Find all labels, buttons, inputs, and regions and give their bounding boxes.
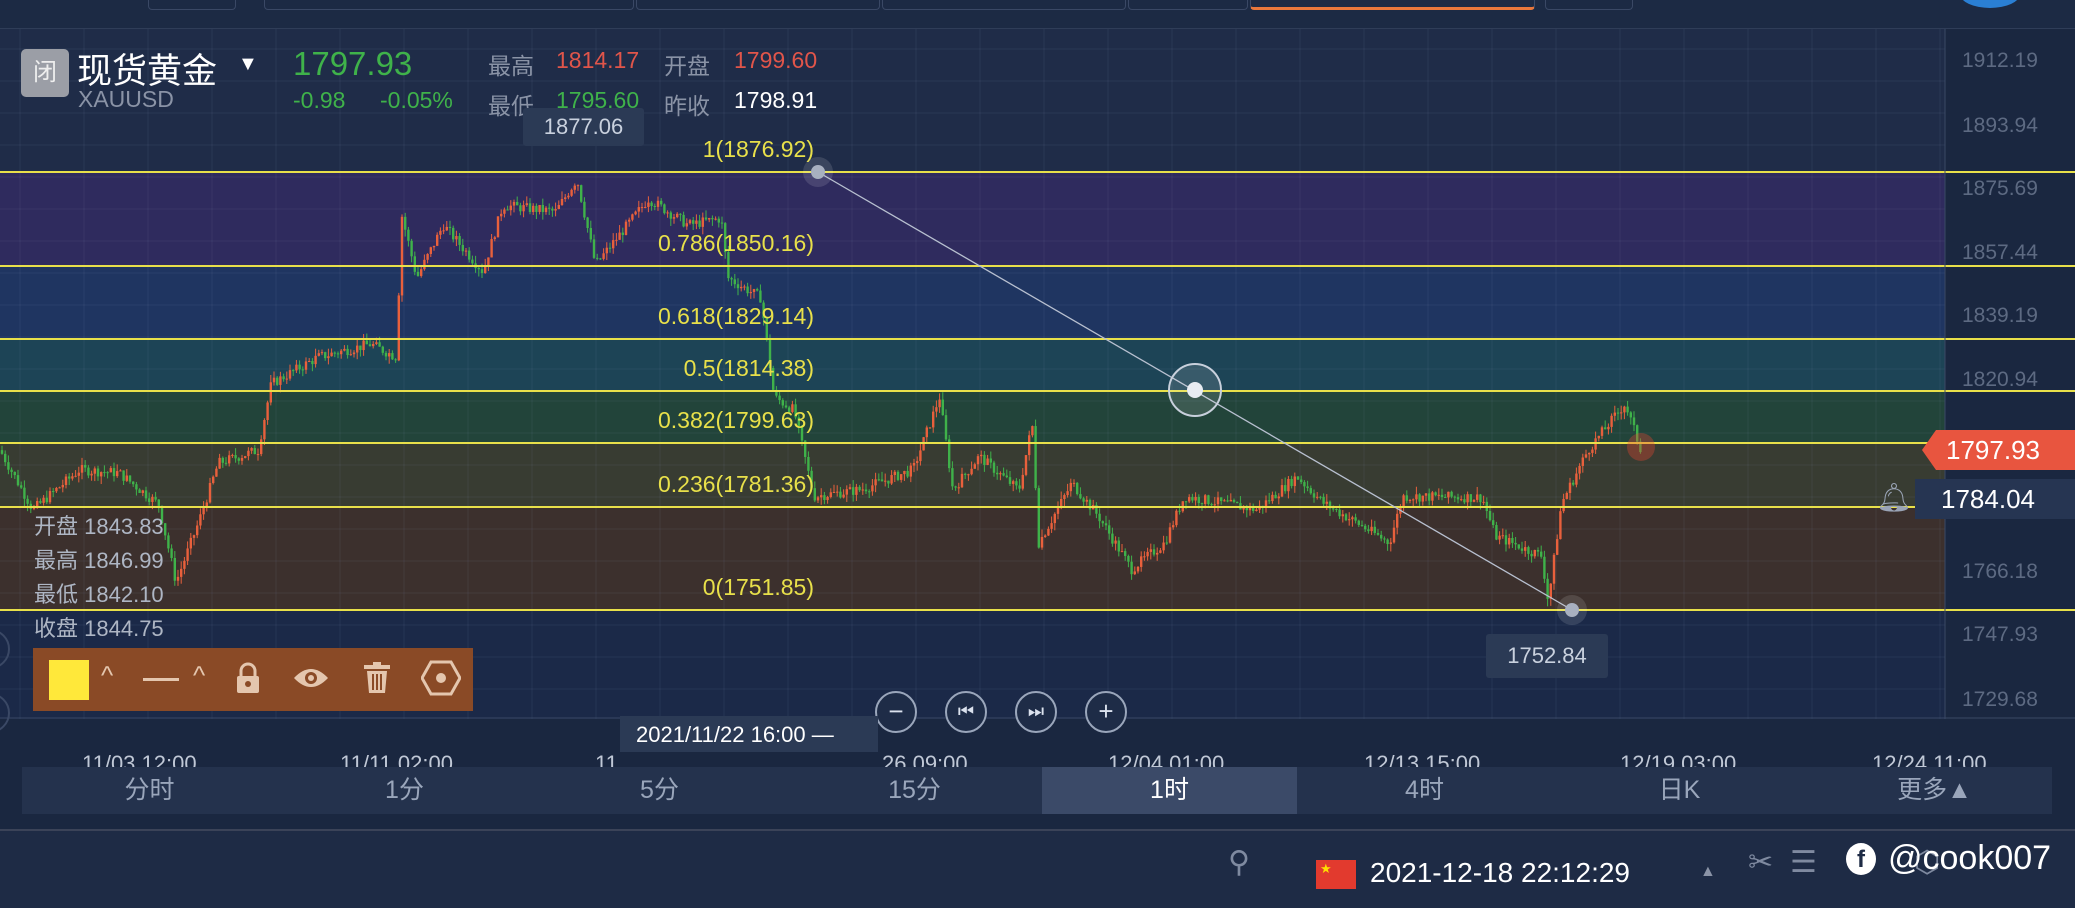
price-change-percent: -0.05% — [380, 87, 453, 113]
period-tab[interactable]: 4时 — [1297, 767, 1552, 814]
price-axis-label: 1857.44 — [1962, 241, 2038, 264]
instrument-symbol: XAUUSD — [78, 86, 174, 112]
ohlc-low: 1842.10 — [84, 582, 164, 607]
period-tab[interactable]: 日K — [1552, 767, 1807, 814]
prev-close-label: 昨收 — [664, 93, 710, 119]
ohlc-open-label: 开盘 — [34, 514, 79, 539]
price-axis-label: 1893.94 — [1962, 114, 2038, 137]
china-flag-icon: ★ — [1316, 860, 1356, 889]
connection-plug-icon[interactable]: ⚲ — [1228, 845, 1250, 880]
open-label: 开盘 — [664, 53, 710, 79]
top-tab-active[interactable] — [1250, 0, 1535, 10]
fib-trend-line[interactable] — [0, 29, 2075, 719]
top-tab[interactable] — [148, 0, 236, 10]
high-label: 最高 — [488, 53, 534, 79]
bell-alert-icon[interactable]: 🔔︎ — [1876, 481, 1912, 514]
eye-icon[interactable] — [293, 664, 329, 692]
alert-price-tag[interactable]: 1784.04 — [1915, 479, 2075, 519]
brand-badge — [1960, 0, 2020, 8]
high-value: 1814.17 — [556, 47, 640, 73]
facebook-icon: f — [1846, 843, 1876, 875]
period-tab[interactable]: 5分 — [532, 767, 787, 814]
list-icon[interactable]: ☰ — [1790, 845, 1817, 880]
lock-icon[interactable] — [235, 662, 261, 694]
server-datetime: 2021-12-18 22:12:29 — [1370, 857, 1630, 888]
ohlc-info: 开盘 1843.83 最高 1846.99 最低 1842.10 收盘 1844… — [34, 510, 164, 646]
price-change: -0.98 — [293, 87, 346, 113]
ohlc-high-label: 最高 — [34, 548, 79, 573]
ohlc-low-label: 最低 — [34, 582, 79, 607]
market-closed-badge: 闭 — [21, 49, 69, 97]
line-style-expand-icon[interactable]: ^ — [193, 660, 205, 691]
top-tab[interactable] — [1545, 0, 1633, 10]
jump-end-button[interactable]: ⏭︎ — [1015, 691, 1057, 733]
live-price-dot — [1627, 433, 1655, 461]
prev-close-value: 1798.91 — [734, 87, 818, 113]
price-axis-label: 1875.69 — [1962, 177, 2038, 200]
ohlc-close: 1844.75 — [84, 616, 164, 641]
instrument-dropdown-icon[interactable]: ▼ — [238, 53, 258, 76]
top-tab[interactable] — [1128, 0, 1248, 10]
price-axis-label: 1839.19 — [1962, 304, 2038, 327]
trash-icon[interactable] — [363, 662, 391, 694]
last-price: 1797.93 — [293, 45, 413, 82]
drawing-toolbar: ^ ^ — [33, 648, 473, 711]
current-price-tag: 1797.93 — [1922, 430, 2075, 470]
crosshair-time: 2021/11/22 16:00 — — [636, 722, 834, 747]
period-tab[interactable]: 1分 — [277, 767, 532, 814]
top-tab[interactable] — [636, 0, 880, 10]
tools-icon[interactable]: ✂ — [1748, 845, 1773, 880]
price-axis-label: 1729.68 — [1962, 688, 2038, 711]
ohlc-high: 1846.99 — [84, 548, 164, 573]
price-axis-label: 1820.94 — [1962, 368, 2038, 391]
period-tab[interactable]: 1时 — [1042, 767, 1297, 814]
ohlc-open: 1843.83 — [84, 514, 164, 539]
watermark: @cook007 — [1888, 839, 2052, 877]
crosshair-time-box: 2021/11/22 16:00 — — [620, 716, 878, 752]
low-marker-tag: 1752.84 — [1486, 634, 1608, 678]
color-expand-icon[interactable]: ^ — [101, 660, 113, 691]
period-tab[interactable]: 15分 — [787, 767, 1042, 814]
status-bar: ⚲ ★ 2021-12-18 22:12:29 ▲ ✂ ☰ 🔊︎ ⬡ f @co… — [0, 829, 2075, 908]
top-tab[interactable] — [264, 0, 634, 10]
color-swatch-button[interactable] — [49, 660, 89, 700]
top-tab-strip — [0, 0, 2075, 29]
chart-area[interactable]: 1(1876.92) 0.786(1850.16) 0.618(1829.14) 0.… — [0, 29, 2075, 776]
price-axis-label: 1747.93 — [1962, 623, 2038, 646]
jump-start-button[interactable]: ⏮︎ — [945, 691, 987, 733]
top-tab[interactable] — [882, 0, 1126, 10]
expand-up-icon[interactable]: ▲ — [1700, 863, 1716, 881]
open-value: 1799.60 — [734, 47, 818, 73]
zoom-out-button[interactable]: − — [875, 691, 917, 733]
price-axis-label: 1766.18 — [1962, 560, 2038, 583]
high-marker-tag: 1877.06 — [523, 108, 644, 146]
price-axis-label: 1912.19 — [1962, 49, 2038, 72]
zoom-in-button[interactable]: + — [1085, 691, 1127, 733]
line-style-icon[interactable] — [143, 678, 179, 681]
period-tab[interactable]: 分时 — [22, 767, 277, 814]
settings-hex-icon[interactable] — [421, 660, 461, 696]
period-tab[interactable]: 更多▲ — [1807, 767, 2062, 814]
ohlc-close-label: 收盘 — [34, 616, 79, 641]
